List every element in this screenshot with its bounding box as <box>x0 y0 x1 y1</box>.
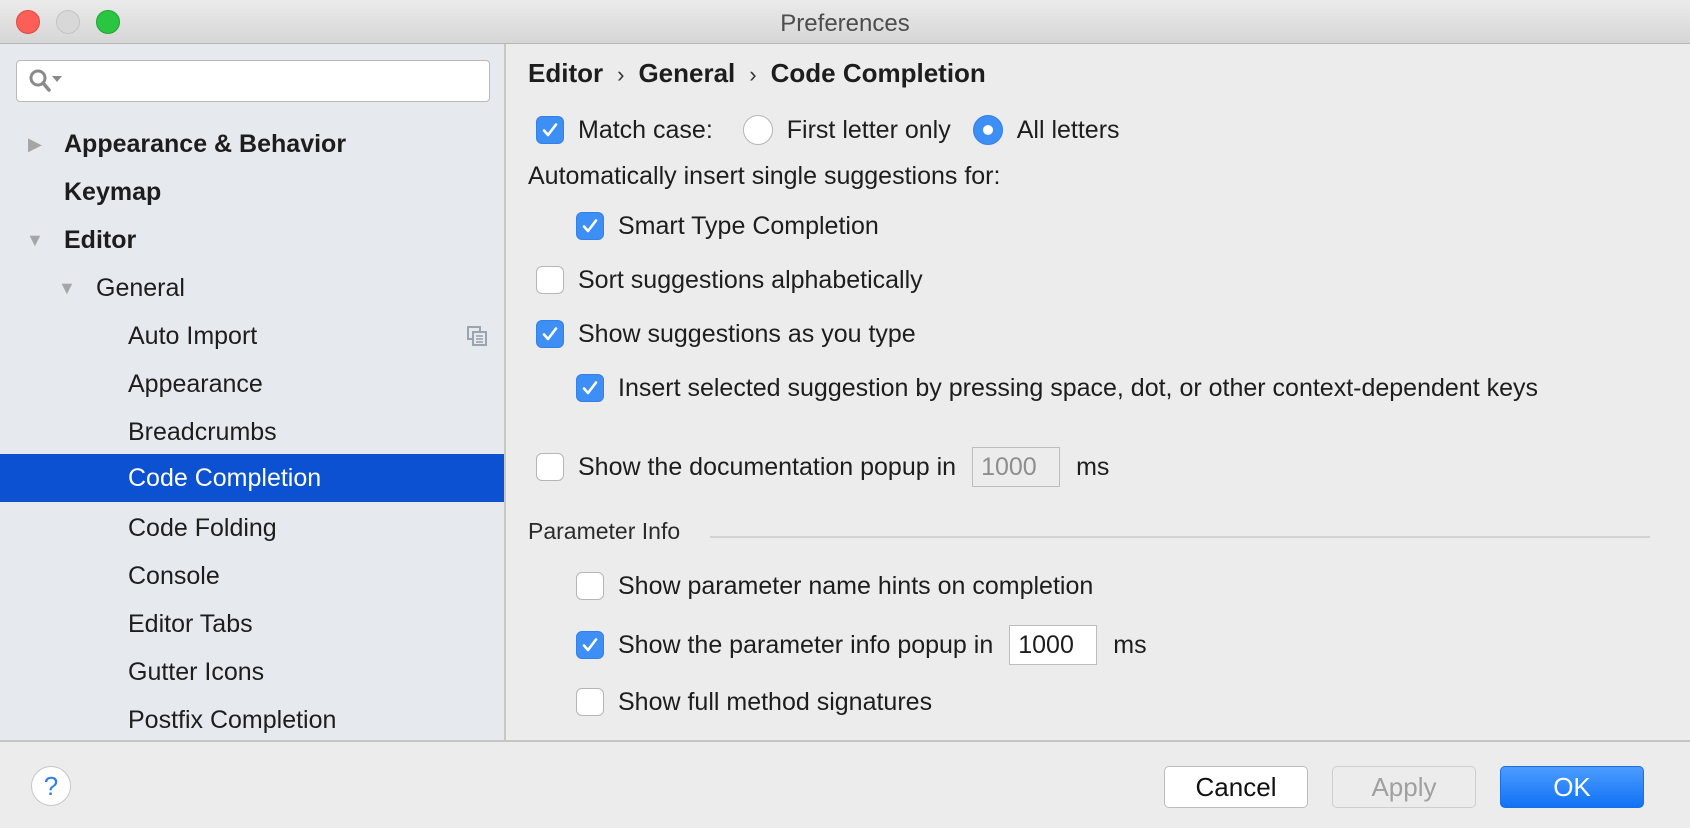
full-method-signatures-checkbox[interactable] <box>576 688 604 716</box>
documentation-popup-checkbox[interactable] <box>536 453 564 481</box>
sidebar-item-editor-tabs[interactable]: Editor Tabs <box>0 600 504 648</box>
documentation-popup-delay-input[interactable]: 1000 <box>972 447 1061 487</box>
sort-alpha-row: Sort suggestions alphabetically <box>536 262 923 298</box>
checkmark-icon <box>542 123 558 137</box>
settings-content-panel: Editor › General › Code Completion Match cas… <box>508 44 1690 740</box>
sidebar-item-appearance[interactable]: Appearance <box>0 360 504 408</box>
insert-selected-row: Insert selected suggestion by pressing s… <box>576 370 1538 406</box>
full-method-signatures-label: Show full method signatures <box>618 687 933 716</box>
smart-type-completion-label: Smart Type Completion <box>618 211 879 240</box>
radio-first-letter-only-label: First letter only <box>786 115 951 144</box>
documentation-popup-label: Show the documentation popup in <box>578 452 957 481</box>
insert-selected-suggestion-label: Insert selected suggestion by pressing s… <box>618 373 1538 402</box>
settings-search-input[interactable] <box>16 60 490 102</box>
match-case-row: Match case: First letter only All letter… <box>536 112 1120 148</box>
window-title: Preferences <box>780 10 910 37</box>
collapse-arrow-icon[interactable]: ▼ <box>26 216 44 264</box>
smart-type-row: Smart Type Completion <box>576 208 879 244</box>
help-button[interactable]: ? <box>31 766 71 806</box>
radio-all-letters[interactable] <box>972 115 1003 145</box>
parameter-info-popup-delay-input[interactable]: 1000 <box>1009 625 1098 665</box>
full-signatures-row: Show full method signatures <box>576 684 932 720</box>
parameter-info-popup-unit-label: ms <box>1113 630 1147 659</box>
match-case-label: Match case: <box>578 115 713 144</box>
doc-popup-row: Show the documentation popup in 1000 ms <box>536 446 1109 488</box>
insert-selected-suggestion-checkbox[interactable] <box>576 374 604 402</box>
show-as-type-row: Show suggestions as you type <box>536 316 916 352</box>
checkmark-icon <box>582 219 598 233</box>
sidebar-item-appearance-behavior[interactable]: ▶ Appearance & Behavior <box>0 120 504 168</box>
collapse-arrow-icon[interactable]: ▼ <box>58 264 76 312</box>
parameter-info-section-title: Parameter Info <box>528 518 681 544</box>
parameter-name-hints-label: Show parameter name hints on completion <box>618 571 1094 600</box>
parameter-info-popup-checkbox[interactable] <box>576 631 604 659</box>
breadcrumb-item-editor[interactable]: Editor <box>528 58 603 88</box>
parameter-info-popup-label: Show the parameter info popup in <box>618 630 994 659</box>
breadcrumb-separator: › <box>617 62 625 87</box>
match-case-checkbox[interactable] <box>536 116 564 144</box>
apply-button[interactable]: Apply <box>1332 766 1476 808</box>
checkmark-icon <box>582 381 598 395</box>
sidebar-item-auto-import[interactable]: Auto Import <box>0 312 504 360</box>
breadcrumb-item-code-completion: Code Completion <box>770 58 986 88</box>
sidebar-item-postfix-completion[interactable]: Postfix Completion <box>0 696 504 744</box>
param-info-popup-row: Show the parameter info popup in 1000 ms <box>576 624 1147 666</box>
title-bar: Preferences <box>0 0 1690 44</box>
sidebar-item-breadcrumbs[interactable]: Breadcrumbs <box>0 408 504 456</box>
expand-arrow-icon[interactable]: ▶ <box>28 120 42 168</box>
ok-button[interactable]: OK <box>1500 766 1644 808</box>
breadcrumb: Editor › General › Code Completion <box>528 58 986 89</box>
settings-sidebar: ▶ Appearance & Behavior Keymap ▼ Editor … <box>0 44 506 740</box>
documentation-popup-unit-label: ms <box>1076 452 1110 481</box>
checkmark-icon <box>542 327 558 341</box>
sidebar-item-gutter-icons[interactable]: Gutter Icons <box>0 648 504 696</box>
breadcrumb-item-general[interactable]: General <box>638 58 735 88</box>
radio-first-letter-only[interactable] <box>742 115 773 145</box>
breadcrumb-separator: › <box>749 62 757 87</box>
copy-settings-icon <box>467 326 487 346</box>
search-icon[interactable] <box>28 68 64 94</box>
parameter-name-hints-checkbox[interactable] <box>576 572 604 600</box>
sidebar-item-code-folding[interactable]: Code Folding <box>0 504 504 552</box>
dialog-button-bar: ? Cancel Apply OK <box>0 740 1690 828</box>
auto-insert-label: Automatically insert single suggestions … <box>528 162 1001 190</box>
checkmark-icon <box>582 638 598 652</box>
sidebar-item-general[interactable]: ▼ General <box>0 264 504 312</box>
sidebar-item-code-completion[interactable]: Code Completion <box>0 454 504 502</box>
sort-alphabetically-checkbox[interactable] <box>536 266 564 294</box>
show-suggestions-as-type-checkbox[interactable] <box>536 320 564 348</box>
param-name-hints-row: Show parameter name hints on completion <box>576 568 1093 604</box>
sidebar-item-keymap[interactable]: Keymap <box>0 168 504 216</box>
sort-alphabetically-label: Sort suggestions alphabetically <box>578 265 923 294</box>
radio-all-letters-label: All letters <box>1016 115 1120 144</box>
smart-type-completion-checkbox[interactable] <box>576 212 604 240</box>
cancel-button[interactable]: Cancel <box>1164 766 1308 808</box>
sidebar-item-editor[interactable]: ▼ Editor <box>0 216 504 264</box>
sidebar-item-console[interactable]: Console <box>0 552 504 600</box>
show-suggestions-as-type-label: Show suggestions as you type <box>578 319 916 348</box>
section-divider <box>710 536 1650 538</box>
